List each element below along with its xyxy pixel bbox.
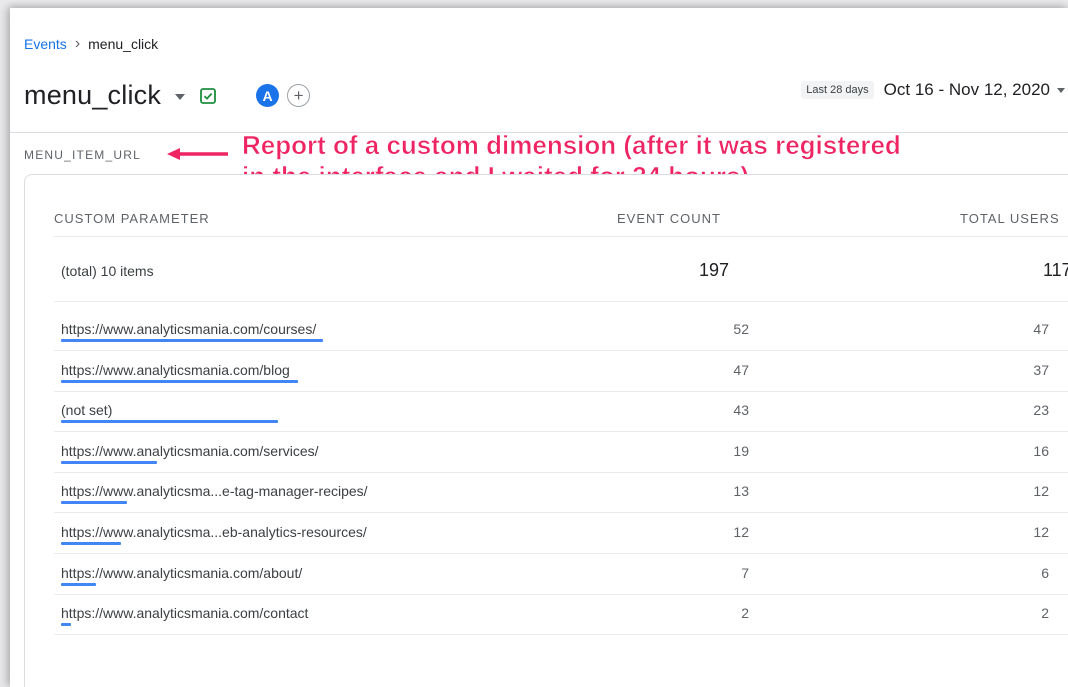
avatar[interactable]: A (256, 84, 280, 107)
row-parameter: https://www.analyticsmania.com/services/ (61, 442, 319, 459)
row-total-users: 16 (1033, 442, 1049, 459)
row-event-count: 7 (741, 564, 749, 581)
row-event-count: 12 (733, 524, 749, 540)
table-row[interactable]: https://www.analyticsmania.com/contact 2 2 (54, 595, 1068, 636)
row-proportion-bar (61, 460, 157, 464)
table-row[interactable]: https://www.analyticsmania.com/about/7 6 (54, 555, 1068, 595)
row-event-count: 19 (733, 442, 749, 459)
date-range-text: Oct 16 - Nov 12, 2020 (883, 80, 1050, 99)
table-row[interactable]: (not set) 43 23 (54, 392, 1068, 433)
table-row[interactable]: https://www.analyticsma...e-tag-manager-… (54, 473, 1068, 514)
page-title: menu_click (24, 80, 162, 110)
arrow-left-icon (164, 146, 228, 162)
dimension-label: MENU_ITEM_URL (24, 148, 141, 162)
row-parameter: https://www.analyticsmania.com/about/ (61, 564, 303, 581)
total-total-users: 117 (1043, 260, 1068, 280)
row-total-users: 37 (1033, 361, 1049, 378)
row-parameter: https://www.analyticsmania.com/contact (61, 605, 309, 622)
total-label: (total) 10 items (61, 263, 154, 279)
row-total-users: 12 (1033, 483, 1049, 500)
row-proportion-bar (61, 623, 71, 627)
check-square-icon[interactable] (198, 86, 218, 106)
row-event-count: 2 (741, 605, 749, 622)
title-row: menu_click A + (24, 80, 311, 111)
row-total-users: 2 (1041, 605, 1049, 622)
breadcrumb: Events › menu_click (24, 35, 158, 53)
breadcrumb-events-link[interactable]: Events (24, 36, 67, 52)
total-event-count: 197 (699, 260, 730, 280)
row-parameter: https://www.analyticsma...e-tag-manager-… (61, 483, 368, 500)
row-event-count: 52 (733, 321, 749, 337)
row-total-users: 12 (1033, 524, 1049, 540)
add-comparison-button[interactable]: + (287, 84, 311, 107)
row-total-users: 23 (1033, 402, 1049, 419)
divider (54, 236, 1068, 237)
table-row[interactable]: https://www.analyticsma...eb-analytics-r… (54, 514, 1068, 554)
column-header-event-count[interactable]: EVENT COUNT (617, 211, 721, 226)
row-event-count: 13 (733, 483, 749, 500)
row-total-users: 47 (1033, 321, 1049, 337)
row-parameter: https://www.analyticsma...eb-analytics-r… (61, 524, 367, 540)
row-parameter: (not set) (61, 402, 113, 419)
row-parameter: https://www.analyticsmania.com/courses/ (61, 321, 317, 337)
row-total-users: 6 (1041, 564, 1049, 581)
divider (54, 301, 1068, 302)
date-preset-chip: Last 28 days (801, 81, 874, 99)
table-row[interactable]: https://www.analyticsmania.com/courses/5… (54, 311, 1068, 351)
row-proportion-bar (61, 582, 96, 586)
row-parameter: https://www.analyticsmania.com/blog (61, 361, 290, 378)
chevron-right-icon: › (74, 35, 81, 52)
annotation-line-1: Report of a custom dimension (after it w… (242, 130, 901, 161)
row-proportion-bar (61, 379, 298, 383)
caret-down-icon[interactable] (1057, 87, 1065, 93)
column-header-custom-parameter[interactable]: CUSTOM PARAMETER (54, 211, 210, 226)
row-event-count: 43 (733, 402, 749, 419)
column-header-total-users[interactable]: TOTAL USERS (960, 211, 1060, 226)
table-row[interactable]: https://www.analyticsmania.com/services/… (54, 433, 1068, 473)
row-proportion-bar (61, 501, 127, 505)
row-proportion-bar (61, 542, 121, 545)
breadcrumb-current: menu_click (88, 36, 159, 52)
caret-down-icon[interactable] (175, 93, 186, 100)
table-row[interactable]: https://www.analyticsmania.com/blog 47 37 (54, 352, 1068, 392)
row-proportion-bar (61, 420, 278, 424)
row-proportion-bar (61, 339, 323, 342)
row-event-count: 47 (733, 361, 749, 378)
app-window: Events › menu_click menu_click A + Last … (10, 8, 1068, 687)
date-range-picker[interactable]: Last 28 days Oct 16 - Nov 12, 2020 (801, 80, 1068, 100)
